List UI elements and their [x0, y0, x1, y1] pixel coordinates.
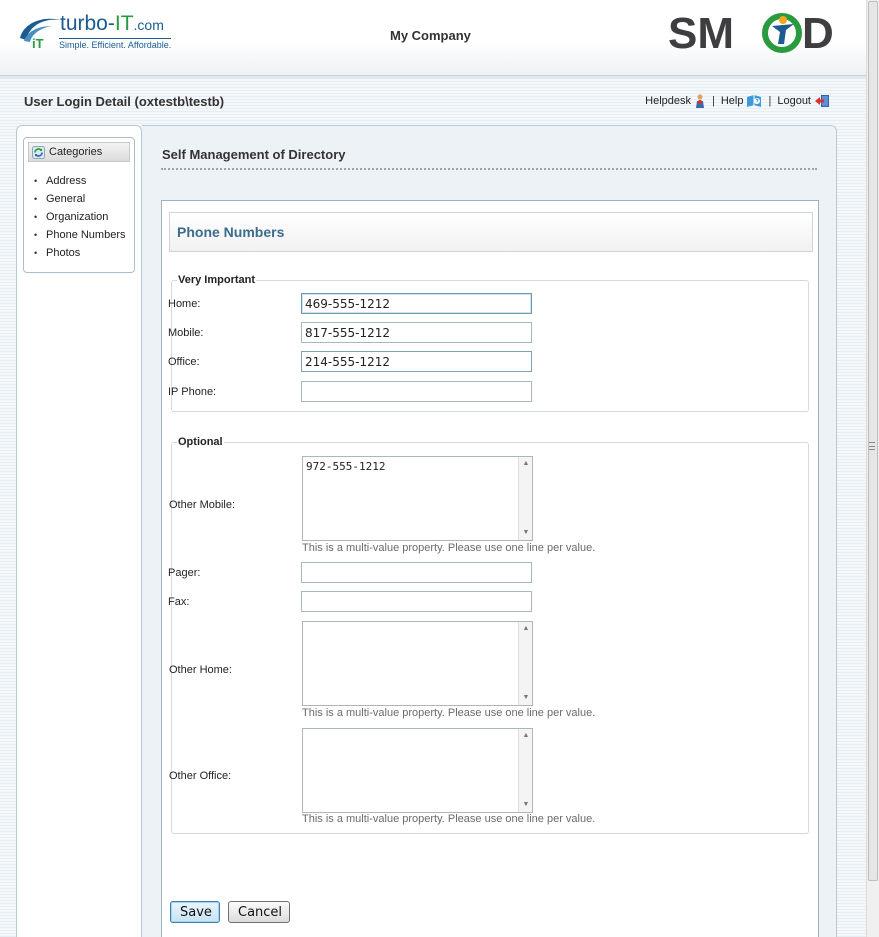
svg-text:iT: iT [32, 36, 44, 50]
multi-value-hint: This is a multi-value property. Please u… [302, 707, 596, 719]
scroll-down-icon[interactable]: ▼ [519, 692, 533, 704]
help-link[interactable]: Help [721, 94, 763, 108]
other-home-label: Other Home: [169, 664, 232, 676]
cancel-button[interactable]: Cancel [228, 901, 290, 923]
categories-header: Categories [28, 142, 130, 162]
other-mobile-textarea-wrap: 972-555-1212 ▲ ▼ [302, 456, 533, 541]
title-bar: User Login Detail (oxtestb\testb) Helpde… [0, 86, 866, 116]
ip-phone-row: IP Phone: [168, 381, 788, 402]
categories-box: Categories • Address • General • Organizati… [23, 137, 135, 273]
smod-figure-icon [762, 13, 802, 53]
fax-label: Fax: [168, 595, 190, 608]
other-office-textarea-wrap: ▲ ▼ [302, 728, 533, 813]
pager-label: Pager: [168, 566, 201, 579]
user-login-title: User Login Detail (oxtestb\testb) [24, 94, 225, 109]
mobile-phone-row: Mobile: [168, 322, 788, 343]
svg-text:SM: SM [668, 9, 734, 56]
other-office-textarea[interactable] [303, 729, 517, 812]
phone-numbers-form: Phone Numbers Very Important Home: Mobil… [161, 200, 819, 937]
main-content: Self Management of Directory Phone Numbe… [142, 125, 837, 937]
smod-logo: SM D [668, 9, 834, 56]
home-phone-label: Home: [168, 297, 201, 310]
sidebar-item-photos[interactable]: Photos [46, 247, 80, 259]
top-links: Helpdesk | Help | Logout [645, 94, 830, 108]
pager-input[interactable] [301, 562, 532, 583]
textarea-scrollbar[interactable]: ▲ ▼ [518, 729, 532, 812]
scrollbar-grip-icon [869, 442, 875, 450]
other-mobile-label: Other Mobile: [169, 499, 236, 511]
other-mobile-textarea[interactable]: 972-555-1212 [303, 457, 517, 540]
optional-legend: Optional [178, 436, 223, 448]
page-title: Self Management of Directory [162, 147, 346, 162]
bullet-icon: • [34, 212, 38, 222]
section-title: Phone Numbers [169, 212, 813, 252]
bullet-icon: • [34, 230, 38, 240]
scroll-up-icon[interactable]: ▲ [519, 623, 533, 635]
office-phone-row: Office: [168, 351, 788, 372]
ip-phone-input[interactable] [301, 381, 532, 402]
turbo-it-swoosh-icon: iT [20, 18, 60, 50]
help-book-icon [747, 95, 762, 107]
mobile-phone-label: Mobile: [168, 326, 204, 339]
list-item: • Organization [34, 208, 126, 226]
turbo-it-tagline: Simple. Efficient. Affordable. [59, 38, 172, 50]
header: iT turbo-IT.com Simple. Efficient. Affor… [0, 0, 866, 79]
turbo-it-brand-text: turbo-IT.com [60, 12, 164, 35]
svg-text:D: D [802, 9, 834, 56]
page-scrollbar-thumb[interactable] [868, 1, 878, 881]
list-item: • Phone Numbers [34, 226, 126, 244]
logout-door-icon [815, 95, 829, 107]
bullet-icon: • [34, 248, 38, 258]
bullet-icon: • [34, 194, 38, 204]
page-background: iT turbo-IT.com Simple. Efficient. Affor… [0, 0, 866, 937]
scroll-up-icon[interactable]: ▲ [519, 458, 533, 470]
textarea-scrollbar[interactable]: ▲ ▼ [518, 457, 532, 540]
helpdesk-link[interactable]: Helpdesk [645, 94, 706, 108]
company-name: My Company [390, 28, 471, 43]
scroll-down-icon[interactable]: ▼ [519, 799, 533, 811]
other-home-textarea[interactable] [303, 622, 517, 705]
pager-row: Pager: [168, 562, 788, 583]
home-phone-input[interactable] [301, 293, 532, 314]
save-button[interactable]: Save [170, 901, 220, 923]
sidebar-item-phone-numbers[interactable]: Phone Numbers [46, 229, 126, 241]
list-item: • General [34, 190, 126, 208]
turbo-it-logo: iT turbo-IT.com Simple. Efficient. Affor… [18, 10, 178, 54]
scroll-up-icon[interactable]: ▲ [519, 730, 533, 742]
ip-phone-label: IP Phone: [168, 385, 217, 398]
link-separator: | [712, 95, 715, 107]
sidebar: Categories • Address • General • Organizati… [16, 125, 142, 937]
sidebar-item-address[interactable]: Address [46, 175, 86, 187]
fax-input[interactable] [301, 591, 532, 612]
fax-row: Fax: [168, 591, 788, 612]
home-phone-row: Home: [168, 293, 788, 314]
textarea-scrollbar[interactable]: ▲ ▼ [518, 622, 532, 705]
mobile-phone-input[interactable] [301, 322, 532, 343]
page-scrollbar[interactable] [866, 0, 879, 937]
other-home-textarea-wrap: ▲ ▼ [302, 621, 533, 706]
link-separator: | [768, 95, 772, 107]
categories-list: • Address • General • Organization • Phone N… [34, 172, 126, 262]
list-item: • Photos [34, 244, 126, 262]
scroll-down-icon[interactable]: ▼ [519, 527, 533, 539]
logout-link[interactable]: Logout [777, 94, 830, 108]
refresh-icon [32, 145, 45, 159]
bullet-icon: • [34, 176, 38, 186]
multi-value-hint: This is a multi-value property. Please u… [302, 542, 596, 554]
list-item: • Address [34, 172, 126, 190]
very-important-legend: Very Important [178, 274, 256, 286]
other-office-label: Other Office: [169, 770, 232, 782]
multi-value-hint: This is a multi-value property. Please u… [302, 813, 596, 825]
title-divider [161, 168, 817, 170]
sidebar-item-organization[interactable]: Organization [46, 211, 108, 223]
office-phone-label: Office: [168, 355, 200, 368]
helpdesk-person-icon [696, 94, 704, 108]
sidebar-item-general[interactable]: General [46, 193, 85, 205]
office-phone-input[interactable] [301, 351, 532, 372]
